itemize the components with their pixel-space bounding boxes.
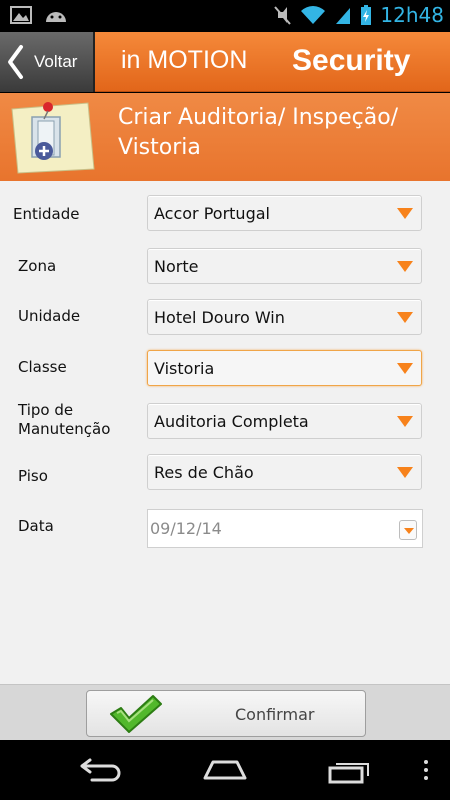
- dropdown-arrow-icon: [397, 208, 413, 219]
- pinned-note-add-icon: [11, 102, 95, 174]
- zona-select[interactable]: Norte: [147, 248, 422, 284]
- piso-label: Piso: [18, 467, 48, 485]
- dropdown-arrow-icon: [397, 261, 413, 272]
- entidade-label: Entidade: [13, 205, 80, 223]
- unidade-label: Unidade: [18, 307, 81, 325]
- dropdown-arrow-icon: [397, 467, 413, 478]
- section-title: Security: [292, 44, 411, 77]
- zona-label: Zona: [18, 257, 57, 275]
- dropdown-arrow-icon: [397, 416, 413, 427]
- overflow-menu-icon[interactable]: [422, 758, 430, 782]
- clock: 12h48: [380, 3, 444, 27]
- checkmark-icon: [110, 695, 162, 733]
- dropdown-arrow-icon: [404, 528, 414, 534]
- data-label: Data: [18, 517, 54, 535]
- page-title: Criar Auditoria/ Inspeção/ Vistoria: [118, 105, 399, 160]
- unidade-select[interactable]: Hotel Douro Win: [147, 299, 422, 335]
- confirm-label: Confirmar: [235, 705, 315, 724]
- page-banner: Criar Auditoria/ Inspeção/ Vistoria: [0, 93, 450, 181]
- classe-value: Vistoria: [154, 358, 215, 378]
- tipo-manutencao-value: Auditoria Completa: [154, 411, 309, 431]
- classe-label: Classe: [18, 358, 67, 376]
- system-nav-bar: [0, 740, 450, 800]
- zona-value: Norte: [154, 256, 199, 276]
- piso-select[interactable]: Res de Chão: [147, 454, 422, 490]
- tipo-manutencao-select[interactable]: Auditoria Completa: [147, 403, 422, 439]
- battery-charging-icon: [361, 5, 372, 25]
- classe-select[interactable]: Vistoria: [147, 350, 422, 386]
- date-value: 09/12/14: [150, 519, 222, 538]
- back-label: Voltar: [34, 52, 78, 71]
- wifi-icon: [301, 6, 326, 24]
- recent-apps-nav-icon[interactable]: [328, 758, 372, 784]
- dropdown-arrow-icon: [397, 312, 413, 323]
- date-picker-button[interactable]: [399, 520, 417, 540]
- back-nav-icon[interactable]: [78, 758, 122, 782]
- android-icon: [46, 12, 66, 22]
- confirm-button[interactable]: Confirmar: [86, 690, 366, 737]
- entidade-value: Accor Portugal: [154, 203, 270, 223]
- mute-icon: [274, 6, 292, 25]
- audit-form: Entidade Accor Portugal Zona Norte Unida…: [0, 181, 450, 684]
- unidade-value: Hotel Douro Win: [154, 307, 285, 327]
- app-name: in MOTION: [121, 46, 248, 74]
- piso-value: Res de Chão: [154, 462, 254, 482]
- dropdown-arrow-icon: [397, 363, 413, 374]
- entidade-select[interactable]: Accor Portugal: [147, 195, 422, 231]
- tipo-manutencao-label: Tipo de Manutenção: [18, 401, 111, 438]
- date-field[interactable]: 09/12/14: [147, 509, 423, 548]
- app-header: Voltar in MOTION Security: [0, 32, 450, 92]
- home-nav-icon[interactable]: [202, 758, 248, 782]
- chevron-left-icon: [8, 45, 23, 79]
- footer-bar: Confirmar: [0, 684, 450, 740]
- back-button[interactable]: Voltar: [0, 32, 95, 92]
- image-icon: [10, 6, 32, 24]
- signal-icon: [336, 8, 351, 24]
- status-bar: 12h48: [0, 0, 450, 32]
